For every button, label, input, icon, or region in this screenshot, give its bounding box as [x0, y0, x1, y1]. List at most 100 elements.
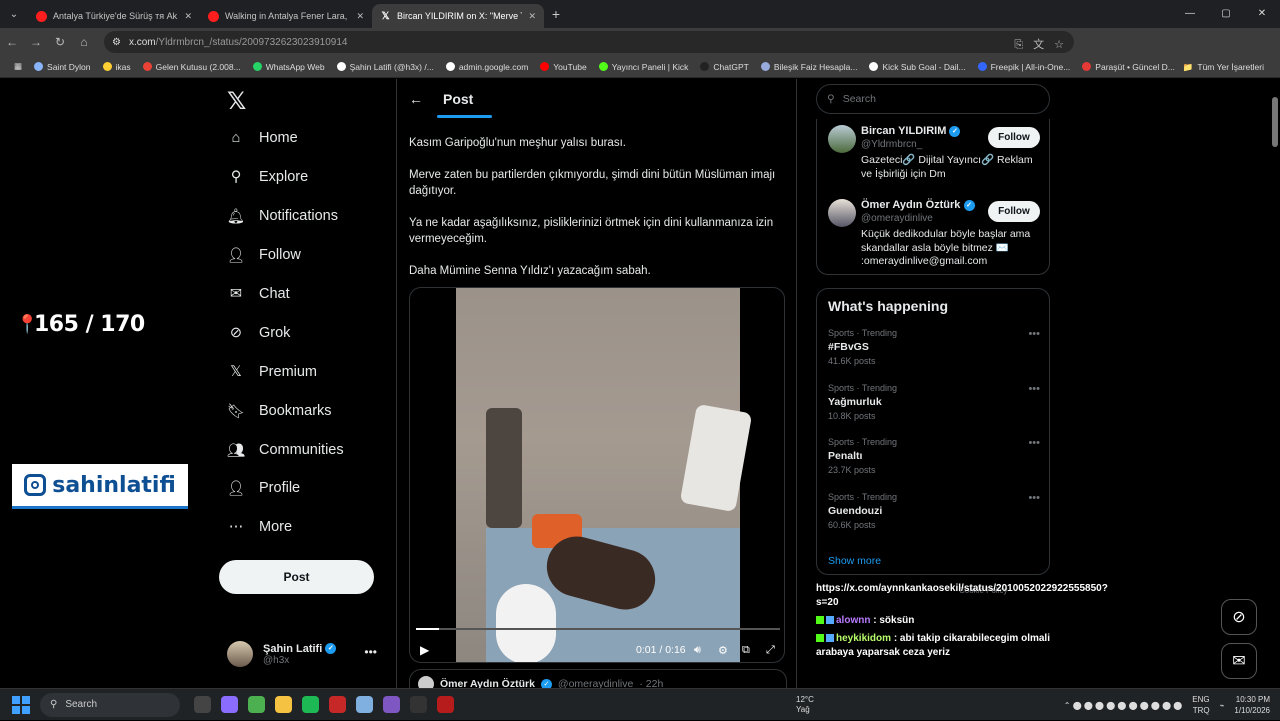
network-icon[interactable]: ⌁: [1220, 701, 1225, 710]
maximize-icon[interactable]: ▢: [1208, 0, 1244, 28]
trend-item[interactable]: Sports · Trending Yağmurluk 10.8K posts …: [828, 383, 1040, 421]
close-icon[interactable]: ✕: [184, 11, 192, 22]
app-icon[interactable]: [329, 696, 346, 713]
bookmark-item[interactable]: ikas: [97, 62, 137, 72]
nav-bookmarks[interactable]: 🔖︎ Bookmarks: [227, 402, 332, 420]
copilot-icon[interactable]: [221, 696, 238, 713]
new-tab-button[interactable]: +: [544, 6, 568, 22]
settings-icon[interactable]: ⚙: [718, 644, 728, 657]
video-frame: [456, 288, 753, 662]
account-switcher[interactable]: Şahin Latifi ✓ @h3x •••: [227, 641, 387, 667]
install-icon[interactable]: ⎘: [1014, 34, 1023, 56]
trend-item[interactable]: Sports · Trending #FBvGS 41.6K posts •••: [828, 328, 1040, 366]
trend-item[interactable]: Sports · Trending Guendouzi 60.6K posts …: [828, 492, 1040, 530]
discord-icon[interactable]: [383, 696, 400, 713]
location-pin-icon: 📍: [16, 313, 38, 335]
show-more-link[interactable]: Show more: [828, 555, 881, 567]
windows-start-icon[interactable]: [12, 695, 30, 714]
more-icon[interactable]: •••: [364, 645, 377, 659]
bookmark-item[interactable]: Gelen Kutusu (2.008...: [137, 62, 247, 72]
volume-icon[interactable]: 🔊︎: [694, 644, 701, 657]
bookmark-item[interactable]: Kick Sub Goal - Dail...: [863, 62, 971, 72]
url-field[interactable]: ⚙ x.com/Yldrmbrcn_/status/20097326230239…: [104, 31, 1074, 53]
spotify-icon[interactable]: [302, 696, 319, 713]
user-handle: @omeraydinlive: [861, 213, 933, 224]
nav-premium[interactable]: 𝕏 Premium: [227, 363, 317, 381]
messages-float-button[interactable]: ✉: [1221, 643, 1257, 679]
video-progress-track[interactable]: [416, 628, 780, 630]
nav-notifications[interactable]: 🔔︎ Notifications: [227, 207, 338, 225]
bookmark-item[interactable]: Saint Dylon: [28, 62, 96, 72]
language-indicator[interactable]: ENG TRQ: [1192, 694, 1209, 716]
clock[interactable]: 10:30 PM 1/10/2026: [1234, 694, 1270, 716]
task-view-icon[interactable]: [194, 696, 211, 713]
tab-title: Antalya Türkiye'de Sürüş тя Ak...: [53, 11, 179, 21]
forward-icon[interactable]: →: [24, 35, 48, 49]
post-button[interactable]: Post: [219, 560, 374, 594]
reply-preview[interactable]: Ömer Aydın Öztürk ✓ @omeraydinlive · 22h: [409, 669, 787, 688]
bookmark-item[interactable]: Şahin Latifi (@h3x) /...: [331, 62, 440, 72]
apps-icon[interactable]: ▦: [8, 61, 28, 72]
obs-icon[interactable]: [437, 696, 454, 713]
taskbar-search[interactable]: ⚲ Search: [40, 692, 180, 717]
tab-antalya-walking[interactable]: Walking in Antalya Fener Lara, ... ✕: [200, 4, 372, 28]
nav-chat[interactable]: ✉ Chat: [227, 285, 290, 303]
nav-more[interactable]: ⋯ More: [227, 518, 292, 536]
tab-x-post[interactable]: 𝕏 Bircan YILDIRIM on X: "Merve T... ✕: [372, 4, 544, 28]
x-logo-icon[interactable]: 𝕏: [227, 87, 246, 115]
bookmark-item[interactable]: Bileşik Faiz Hesapla...: [755, 62, 864, 72]
pip-icon[interactable]: ⧉: [742, 644, 750, 657]
reload-icon[interactable]: ↻: [48, 35, 72, 49]
all-bookmarks[interactable]: 📁 Tüm Yer İşaretleri: [1177, 56, 1270, 78]
follow-button[interactable]: Follow: [988, 127, 1040, 148]
search-input[interactable]: [842, 93, 1023, 105]
bookmark-item[interactable]: WhatsApp Web: [247, 62, 331, 72]
whats-happening: What's happening Sports · Trending #FBvG…: [816, 288, 1050, 575]
minimize-icon[interactable]: —: [1172, 0, 1208, 28]
close-icon[interactable]: ✕: [528, 11, 536, 22]
scrollbar[interactable]: [1272, 97, 1278, 147]
video-controls: ▶ 0:01 / 0:16 🔊︎ ⚙ ⧉ ⤢: [410, 640, 784, 660]
mail-icon: ✉: [229, 286, 243, 302]
grok-float-button[interactable]: ⊘: [1221, 599, 1257, 635]
nav-explore[interactable]: ⚲ Explore: [227, 168, 308, 186]
reply-age: · 22h: [639, 678, 664, 688]
follow-button[interactable]: Follow: [988, 201, 1040, 222]
bookmark-item[interactable]: ChatGPT: [694, 62, 754, 72]
more-icon[interactable]: •••: [1028, 437, 1040, 449]
nav-follow[interactable]: 👤︎ Follow: [227, 246, 301, 264]
site-info-icon[interactable]: ⚙: [112, 37, 121, 48]
close-window-icon[interactable]: ✕: [1244, 0, 1280, 28]
video-player[interactable]: ▶ 0:01 / 0:16 🔊︎ ⚙ ⧉ ⤢: [409, 287, 785, 663]
back-arrow-icon[interactable]: ←: [409, 91, 423, 107]
tab-antalya-drive[interactable]: Antalya Türkiye'de Sürüş тя Ak... ✕: [28, 4, 200, 28]
play-icon[interactable]: ▶: [420, 643, 429, 657]
close-icon[interactable]: ✕: [356, 11, 364, 22]
star-icon[interactable]: ☆: [1054, 34, 1064, 56]
folder-icon[interactable]: [275, 696, 292, 713]
tray-icons[interactable]: ⌃ ⬤ ⬤ ⬤ ⬤ ⬤ ⬤ ⬤ ⬤ ⬤ ⬤: [1064, 701, 1182, 710]
more-icon[interactable]: •••: [1028, 492, 1040, 504]
home-icon[interactable]: ⌂: [72, 35, 96, 49]
chrome-icon[interactable]: [248, 696, 265, 713]
more-icon[interactable]: •••: [1028, 383, 1040, 395]
terminal-icon[interactable]: [410, 696, 427, 713]
search-box[interactable]: ⚲: [816, 84, 1050, 114]
more-icon[interactable]: •••: [1028, 328, 1040, 340]
bookmark-item[interactable]: admin.google.com: [440, 62, 534, 72]
back-icon[interactable]: ←: [0, 35, 24, 49]
app-icon[interactable]: [356, 696, 373, 713]
weather-widget[interactable]: 12°C Yağ: [796, 695, 814, 715]
bookmark-item[interactable]: Paraşüt • Güncel D...: [1076, 62, 1181, 72]
translate-icon[interactable]: 文: [1033, 34, 1044, 56]
bookmark-item[interactable]: Freepik | All-in-One...: [972, 62, 1077, 72]
nav-profile[interactable]: 👤︎ Profile: [227, 479, 300, 497]
bookmark-item[interactable]: Yayıncı Paneli | Kick: [593, 62, 695, 72]
nav-communities[interactable]: 👥︎ Communities: [227, 441, 344, 459]
nav-home[interactable]: ⌂ Home: [227, 129, 298, 147]
fullscreen-icon[interactable]: ⤢: [766, 644, 775, 657]
nav-grok[interactable]: ⊘ Grok: [227, 324, 291, 342]
tab-search-button[interactable]: ⌄: [0, 0, 28, 28]
bookmark-item[interactable]: YouTube: [534, 62, 592, 72]
trend-item[interactable]: Sports · Trending Penaltı 23.7K posts ••…: [828, 437, 1040, 475]
